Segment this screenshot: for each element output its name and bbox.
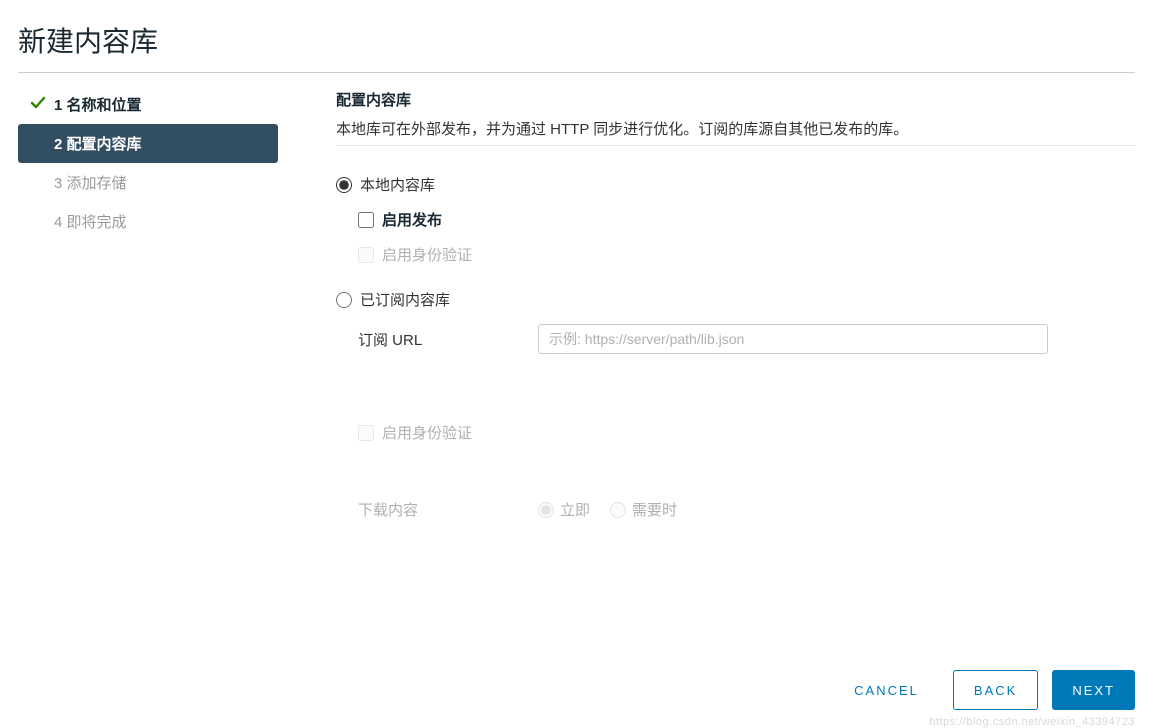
field-download-content: 下载内容 立即 需要时 [358,499,1135,520]
checkbox-enable-auth-subscribed-label: 启用身份验证 [382,422,472,443]
dialog-title: 新建内容库 [0,0,1153,72]
step-num: 2 [54,136,62,153]
wizard-step-1[interactable]: 1 名称和位置 [18,85,278,124]
section-desc: 本地库可在外部发布，并为通过 HTTP 同步进行优化。订阅的库源自其他已发布的库… [336,118,1135,139]
wizard-sidebar: 1 名称和位置 2 配置内容库 3 添加存储 4 即将完成 [18,85,278,546]
step-label: 名称和位置 [67,97,142,114]
radio-local-label: 本地内容库 [360,174,435,195]
step-num: 1 [54,97,62,114]
step-num: 4 [54,214,62,231]
radio-local-library[interactable]: 本地内容库 [336,174,1135,195]
main-layout: 1 名称和位置 2 配置内容库 3 添加存储 4 即将完成 配置内容库 本地库可… [0,73,1153,546]
check-icon [30,95,46,111]
radio-download-ondemand: 需要时 [610,499,677,520]
cancel-button[interactable]: CANCEL [834,670,939,710]
radio-subscribed-input[interactable] [336,292,352,308]
radio-subscribed-label: 已订阅内容库 [360,289,450,310]
wizard-step-2[interactable]: 2 配置内容库 [18,124,278,163]
checkbox-enable-auth-local-input [358,247,374,263]
next-button[interactable]: NEXT [1052,670,1135,710]
checkbox-enable-auth-local: 启用身份验证 [358,244,1135,265]
subscribe-url-input[interactable] [538,324,1048,354]
step-label: 配置内容库 [67,136,142,153]
step-label: 添加存储 [67,175,127,192]
wizard-step-3[interactable]: 3 添加存储 [18,163,278,202]
checkbox-enable-auth-local-label: 启用身份验证 [382,244,472,265]
checkbox-enable-publish[interactable]: 启用发布 [358,209,1135,230]
download-content-label: 下载内容 [358,499,538,520]
radio-download-ondemand-input [610,502,626,518]
wizard-step-4[interactable]: 4 即将完成 [18,202,278,241]
content-panel: 配置内容库 本地库可在外部发布，并为通过 HTTP 同步进行优化。订阅的库源自其… [278,85,1135,546]
download-radios: 立即 需要时 [538,499,677,520]
radio-local-input[interactable] [336,177,352,193]
radio-subscribed-library[interactable]: 已订阅内容库 [336,289,1135,310]
checkbox-enable-auth-subscribed-input [358,425,374,441]
radio-download-immediate: 立即 [538,499,590,520]
checkbox-enable-publish-label: 启用发布 [382,209,442,230]
step-label: 即将完成 [67,214,127,231]
watermark: https://blog.csdn.net/weixin_43394723 [929,716,1135,728]
back-button[interactable]: BACK [953,670,1038,710]
checkbox-enable-publish-input[interactable] [358,212,374,228]
field-subscribe-url: 订阅 URL [358,324,1135,354]
dialog-footer: CANCEL BACK NEXT [834,670,1135,710]
step-num: 3 [54,175,62,192]
radio-download-immediate-input [538,502,554,518]
checkbox-enable-auth-subscribed: 启用身份验证 [358,422,1135,443]
radio-download-ondemand-label: 需要时 [632,499,677,520]
section-title: 配置内容库 [336,89,1135,110]
subscribe-url-label: 订阅 URL [358,329,538,350]
radio-download-immediate-label: 立即 [560,499,590,520]
section-divider [336,145,1135,146]
